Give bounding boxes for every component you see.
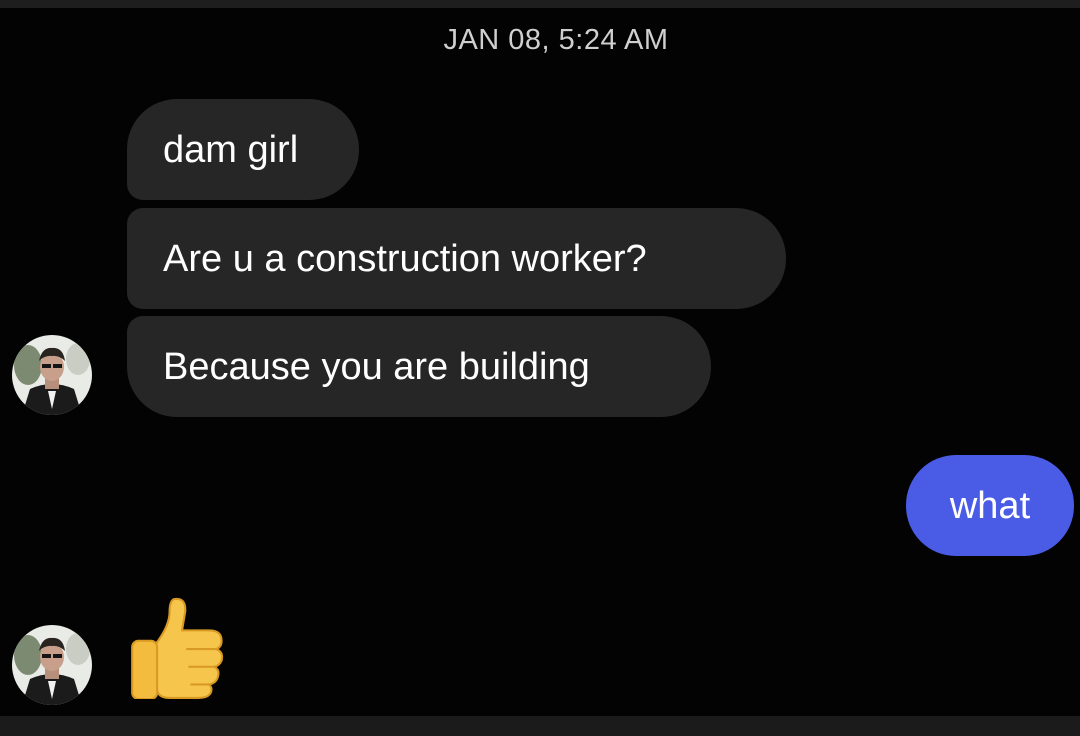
- sender-avatar[interactable]: [12, 625, 92, 705]
- sent-message-1[interactable]: what: [906, 455, 1074, 556]
- person-avatar-icon: [12, 625, 92, 705]
- chat-screen: JAN 08, 5:24 AM dam girl Are u a constru…: [0, 0, 1080, 736]
- message-timestamp: JAN 08, 5:24 AM: [443, 24, 669, 56]
- bottom-edge: [0, 716, 1080, 736]
- person-avatar-icon: [12, 335, 92, 415]
- received-message-2[interactable]: Are u a construction worker?: [127, 208, 786, 309]
- message-text: dam girl: [163, 128, 299, 171]
- message-text: Are u a construction worker?: [163, 237, 647, 280]
- thumbs-up-icon[interactable]: [128, 595, 232, 699]
- received-message-3[interactable]: Because you are building: [127, 316, 711, 417]
- received-message-1[interactable]: dam girl: [127, 99, 359, 200]
- top-edge: [0, 0, 1080, 8]
- message-text: Because you are building: [163, 345, 590, 388]
- message-text: what: [949, 484, 1031, 527]
- sender-avatar[interactable]: [12, 335, 92, 415]
